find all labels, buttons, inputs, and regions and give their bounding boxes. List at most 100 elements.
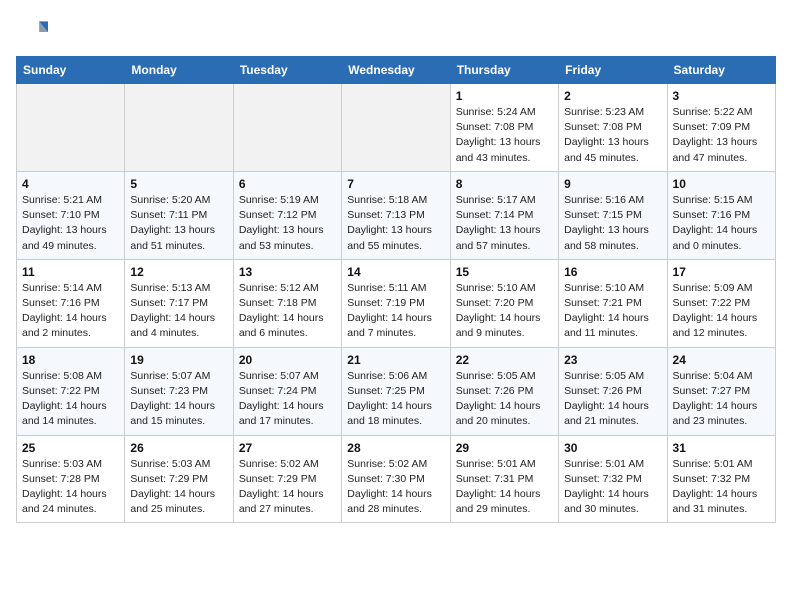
logo-icon [16,16,48,48]
day-number: 17 [673,265,770,279]
day-number: 8 [456,177,553,191]
week-row-1: 1 Sunrise: 5:24 AM Sunset: 7:08 PM Daylig… [17,84,776,172]
week-row-3: 11Sunrise: 5:14 AM Sunset: 7:16 PM Dayli… [17,259,776,347]
day-number: 20 [239,353,336,367]
day-number: 18 [22,353,119,367]
day-info: Sunrise: 5:07 AM Sunset: 7:23 PM Dayligh… [130,369,227,430]
day-info: Sunrise: 5:09 AM Sunset: 7:22 PM Dayligh… [673,281,770,342]
day-info: Sunrise: 5:21 AM Sunset: 7:10 PM Dayligh… [22,193,119,254]
day-number: 13 [239,265,336,279]
col-header-wednesday: Wednesday [342,57,450,84]
day-cell: 5 Sunrise: 5:20 AM Sunset: 7:11 PM Daylig… [125,171,233,259]
day-number: 27 [239,441,336,455]
day-cell [342,84,450,172]
day-cell: 27 Sunrise: 5:02 AM Sunset: 7:29 PM Dayli… [233,435,341,523]
day-cell: 23 Sunrise: 5:05 AM Sunset: 7:26 PM Dayli… [559,347,667,435]
day-cell: 16Sunrise: 5:10 AM Sunset: 7:21 PM Dayli… [559,259,667,347]
day-number: 3 [673,89,770,103]
day-cell: 18 Sunrise: 5:08 AM Sunset: 7:22 PM Dayli… [17,347,125,435]
day-cell: 13 Sunrise: 5:12 AM Sunset: 7:18 PM Dayli… [233,259,341,347]
col-header-monday: Monday [125,57,233,84]
day-cell: 4 Sunrise: 5:21 AM Sunset: 7:10 PM Daylig… [17,171,125,259]
day-cell: 7 Sunrise: 5:18 AM Sunset: 7:13 PM Daylig… [342,171,450,259]
day-cell: 22Sunrise: 5:05 AM Sunset: 7:26 PM Dayli… [450,347,558,435]
day-number: 9 [564,177,661,191]
day-info: Sunrise: 5:01 AM Sunset: 7:32 PM Dayligh… [564,457,661,518]
day-number: 6 [239,177,336,191]
day-cell: 30 Sunrise: 5:01 AM Sunset: 7:32 PM Dayli… [559,435,667,523]
day-number: 31 [673,441,770,455]
header-row: SundayMondayTuesdayWednesdayThursdayFrid… [17,57,776,84]
week-row-2: 4 Sunrise: 5:21 AM Sunset: 7:10 PM Daylig… [17,171,776,259]
day-number: 23 [564,353,661,367]
day-number: 7 [347,177,444,191]
day-info: Sunrise: 5:12 AM Sunset: 7:18 PM Dayligh… [239,281,336,342]
day-number: 5 [130,177,227,191]
day-info: Sunrise: 5:17 AM Sunset: 7:14 PM Dayligh… [456,193,553,254]
day-info: Sunrise: 5:03 AM Sunset: 7:28 PM Dayligh… [22,457,119,518]
day-info: Sunrise: 5:03 AM Sunset: 7:29 PM Dayligh… [130,457,227,518]
day-cell: 2 Sunrise: 5:23 AM Sunset: 7:08 PM Daylig… [559,84,667,172]
day-info: Sunrise: 5:10 AM Sunset: 7:20 PM Dayligh… [456,281,553,342]
day-cell: 24 Sunrise: 5:04 AM Sunset: 7:27 PM Dayli… [667,347,775,435]
day-number: 30 [564,441,661,455]
day-number: 26 [130,441,227,455]
day-cell: 12 Sunrise: 5:13 AM Sunset: 7:17 PM Dayli… [125,259,233,347]
day-cell [17,84,125,172]
day-number: 4 [22,177,119,191]
day-cell: 10Sunrise: 5:15 AM Sunset: 7:16 PM Dayli… [667,171,775,259]
day-info: Sunrise: 5:07 AM Sunset: 7:24 PM Dayligh… [239,369,336,430]
day-cell: 9 Sunrise: 5:16 AM Sunset: 7:15 PM Daylig… [559,171,667,259]
day-info: Sunrise: 5:10 AM Sunset: 7:21 PM Dayligh… [564,281,661,342]
week-row-5: 25 Sunrise: 5:03 AM Sunset: 7:28 PM Dayli… [17,435,776,523]
day-info: Sunrise: 5:16 AM Sunset: 7:15 PM Dayligh… [564,193,661,254]
col-header-saturday: Saturday [667,57,775,84]
calendar-table: SundayMondayTuesdayWednesdayThursdayFrid… [16,56,776,523]
day-cell: 6 Sunrise: 5:19 AM Sunset: 7:12 PM Daylig… [233,171,341,259]
day-number: 28 [347,441,444,455]
day-info: Sunrise: 5:19 AM Sunset: 7:12 PM Dayligh… [239,193,336,254]
day-info: Sunrise: 5:11 AM Sunset: 7:19 PM Dayligh… [347,281,444,342]
day-number: 24 [673,353,770,367]
day-number: 15 [456,265,553,279]
day-cell: 21Sunrise: 5:06 AM Sunset: 7:25 PM Dayli… [342,347,450,435]
day-cell: 3 Sunrise: 5:22 AM Sunset: 7:09 PM Daylig… [667,84,775,172]
day-info: Sunrise: 5:02 AM Sunset: 7:30 PM Dayligh… [347,457,444,518]
day-number: 12 [130,265,227,279]
col-header-tuesday: Tuesday [233,57,341,84]
day-info: Sunrise: 5:23 AM Sunset: 7:08 PM Dayligh… [564,105,661,166]
day-cell: 14 Sunrise: 5:11 AM Sunset: 7:19 PM Dayli… [342,259,450,347]
day-number: 2 [564,89,661,103]
day-info: Sunrise: 5:20 AM Sunset: 7:11 PM Dayligh… [130,193,227,254]
week-row-4: 18 Sunrise: 5:08 AM Sunset: 7:22 PM Dayli… [17,347,776,435]
day-info: Sunrise: 5:18 AM Sunset: 7:13 PM Dayligh… [347,193,444,254]
day-info: Sunrise: 5:02 AM Sunset: 7:29 PM Dayligh… [239,457,336,518]
day-info: Sunrise: 5:13 AM Sunset: 7:17 PM Dayligh… [130,281,227,342]
day-cell: 1 Sunrise: 5:24 AM Sunset: 7:08 PM Daylig… [450,84,558,172]
day-cell: 17 Sunrise: 5:09 AM Sunset: 7:22 PM Dayli… [667,259,775,347]
day-cell: 28 Sunrise: 5:02 AM Sunset: 7:30 PM Dayli… [342,435,450,523]
col-header-sunday: Sunday [17,57,125,84]
day-cell: 15 Sunrise: 5:10 AM Sunset: 7:20 PM Dayli… [450,259,558,347]
day-cell: 19 Sunrise: 5:07 AM Sunset: 7:23 PM Dayli… [125,347,233,435]
day-info: Sunrise: 5:24 AM Sunset: 7:08 PM Dayligh… [456,105,553,166]
day-cell [125,84,233,172]
logo [16,16,52,48]
day-info: Sunrise: 5:08 AM Sunset: 7:22 PM Dayligh… [22,369,119,430]
day-number: 1 [456,89,553,103]
day-cell: 25 Sunrise: 5:03 AM Sunset: 7:28 PM Dayli… [17,435,125,523]
col-header-friday: Friday [559,57,667,84]
day-info: Sunrise: 5:15 AM Sunset: 7:16 PM Dayligh… [673,193,770,254]
day-number: 14 [347,265,444,279]
day-info: Sunrise: 5:04 AM Sunset: 7:27 PM Dayligh… [673,369,770,430]
col-header-thursday: Thursday [450,57,558,84]
day-info: Sunrise: 5:05 AM Sunset: 7:26 PM Dayligh… [564,369,661,430]
day-info: Sunrise: 5:01 AM Sunset: 7:31 PM Dayligh… [456,457,553,518]
day-cell: 29Sunrise: 5:01 AM Sunset: 7:31 PM Dayli… [450,435,558,523]
day-number: 22 [456,353,553,367]
day-cell: 20 Sunrise: 5:07 AM Sunset: 7:24 PM Dayli… [233,347,341,435]
day-number: 25 [22,441,119,455]
day-cell: 26 Sunrise: 5:03 AM Sunset: 7:29 PM Dayli… [125,435,233,523]
day-number: 19 [130,353,227,367]
day-info: Sunrise: 5:22 AM Sunset: 7:09 PM Dayligh… [673,105,770,166]
